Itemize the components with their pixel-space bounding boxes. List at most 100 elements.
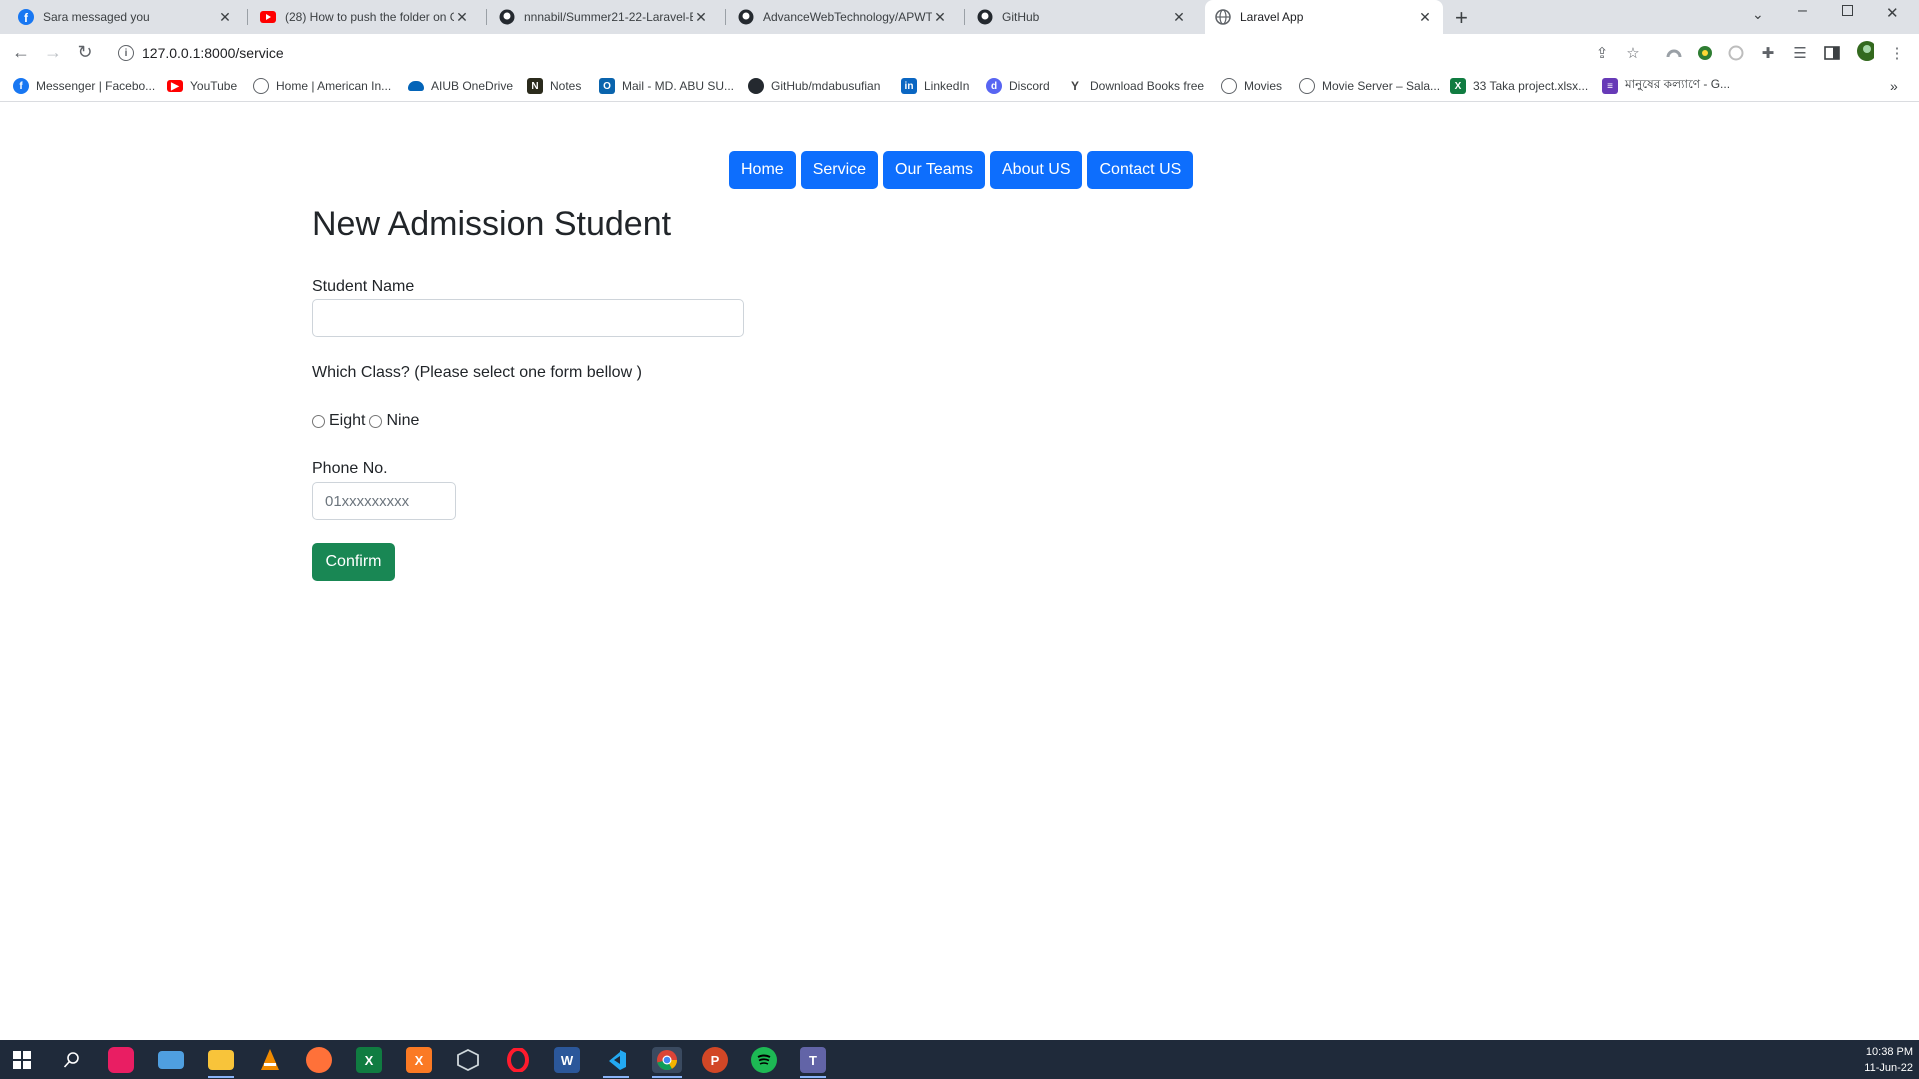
- bookmark-movie-server[interactable]: Movie Server – Sala...: [1299, 77, 1440, 95]
- bookmark-label: LinkedIn: [924, 79, 970, 93]
- bookmark-star-icon[interactable]: ☆: [1624, 44, 1642, 62]
- tab-4[interactable]: AdvanceWebTechnology/APWT ✕: [728, 0, 958, 34]
- tab-separator: [247, 9, 248, 25]
- virtualbox-icon[interactable]: [455, 1047, 481, 1073]
- back-icon[interactable]: ←: [10, 41, 32, 63]
- bookmark-american-intl[interactable]: Home | American In...: [253, 77, 391, 95]
- url-text: 127.0.0.1:8000/service: [142, 45, 284, 61]
- phone-label: Phone No.: [312, 460, 388, 477]
- globe-icon: [1221, 78, 1237, 94]
- close-icon[interactable]: ✕: [693, 9, 709, 26]
- github-icon: [748, 78, 764, 94]
- tab-strip: f Sara messaged you ✕ (28) How to push t…: [0, 0, 1919, 34]
- side-panel-icon[interactable]: [1823, 44, 1841, 62]
- radio-nine[interactable]: [369, 414, 383, 428]
- bookmark-github[interactable]: GitHub/mdabusufian: [748, 77, 880, 95]
- close-icon[interactable]: ✕: [217, 9, 233, 26]
- chrome-icon[interactable]: [652, 1047, 682, 1073]
- extension-icon-3[interactable]: [1727, 44, 1745, 62]
- extension-icon-2[interactable]: [1696, 44, 1714, 62]
- bookmark-discord[interactable]: d Discord: [986, 77, 1050, 95]
- book-icon: Y: [1070, 79, 1079, 93]
- profile-avatar[interactable]: [1856, 41, 1874, 61]
- bookmark-mail[interactable]: O Mail - MD. ABU SU...: [599, 77, 734, 95]
- phone-input[interactable]: 01xxxxxxxxx: [312, 482, 456, 520]
- app-icon-pink[interactable]: [108, 1047, 134, 1073]
- linkedin-icon: in: [901, 78, 917, 94]
- bookmark-label: Movies: [1244, 79, 1283, 93]
- extension-icon-1[interactable]: [1665, 44, 1683, 62]
- close-icon[interactable]: ✕: [1171, 9, 1187, 26]
- bookmark-label: Movie Server – Sala...: [1322, 79, 1441, 93]
- app-icon-blue[interactable]: [158, 1051, 184, 1069]
- close-icon[interactable]: ✕: [454, 9, 470, 26]
- bookmark-linkedin[interactable]: in LinkedIn: [901, 77, 969, 95]
- site-info-icon[interactable]: i: [118, 45, 134, 61]
- reading-list-icon[interactable]: ☰: [1791, 44, 1809, 62]
- nav-service-button[interactable]: Service: [800, 151, 879, 189]
- onedrive-icon: [408, 81, 424, 91]
- vscode-icon[interactable]: [603, 1047, 629, 1073]
- bookmark-label: YouTube: [190, 79, 238, 93]
- student-name-input[interactable]: [312, 299, 744, 337]
- bookmark-notes[interactable]: N Notes: [527, 77, 581, 95]
- extensions-puzzle-icon[interactable]: ✚: [1759, 44, 1777, 62]
- powerpoint-icon[interactable]: P: [702, 1047, 728, 1073]
- bookmark-messenger[interactable]: f Messenger | Facebo...: [13, 77, 155, 95]
- close-icon[interactable]: ✕: [1417, 9, 1433, 26]
- github-icon: [977, 9, 993, 25]
- nav-our-teams-button[interactable]: Our Teams: [883, 151, 985, 189]
- system-clock[interactable]: 10:38 PM 11-Jun-22: [1864, 1044, 1913, 1076]
- bookmark-google-form[interactable]: ≡ মানুষের কল্যাণে - G...: [1602, 77, 1730, 95]
- close-window-icon[interactable]: ✕: [1886, 4, 1899, 22]
- minimize-icon[interactable]: –: [1798, 2, 1807, 20]
- windows-start-icon[interactable]: [9, 1047, 35, 1073]
- new-tab-button[interactable]: +: [1455, 5, 1468, 31]
- bookmark-onedrive[interactable]: AIUB OneDrive: [408, 77, 513, 95]
- address-bar[interactable]: i 127.0.0.1:8000/service: [108, 39, 1688, 67]
- tab-2[interactable]: (28) How to push the folder on G ✕: [250, 0, 480, 34]
- clock-date: 11-Jun-22: [1864, 1062, 1913, 1074]
- bookmarks-bar: f Messenger | Facebo... ▶ YouTube Home | A…: [0, 70, 1919, 102]
- vlc-icon[interactable]: [257, 1047, 283, 1073]
- opera-icon[interactable]: [505, 1047, 531, 1073]
- student-name-label: Student Name: [312, 278, 415, 295]
- close-icon[interactable]: ✕: [932, 9, 948, 26]
- bookmark-taka-project[interactable]: X 33 Taka project.xlsx...: [1450, 77, 1588, 95]
- bookmark-label: Discord: [1009, 79, 1050, 93]
- tab-3[interactable]: nnnabil/Summer21-22-Laravel-B ✕: [489, 0, 719, 34]
- facebook-icon: f: [18, 9, 34, 25]
- excel-icon[interactable]: X: [356, 1047, 382, 1073]
- tab-1[interactable]: f Sara messaged you ✕: [8, 0, 243, 34]
- radio-eight-label: Eight: [329, 412, 366, 429]
- menu-kebab-icon[interactable]: ⋮: [1888, 44, 1906, 62]
- bookmark-movies[interactable]: Movies: [1221, 77, 1282, 95]
- outlook-icon: O: [599, 78, 615, 94]
- radio-nine-label: Nine: [386, 412, 420, 429]
- bookmark-download-books[interactable]: Y Download Books free: [1067, 77, 1204, 95]
- search-icon[interactable]: [59, 1047, 85, 1073]
- confirm-button[interactable]: Confirm: [312, 543, 395, 581]
- tab-search-icon[interactable]: ⌄: [1752, 6, 1764, 23]
- file-explorer-icon[interactable]: [208, 1050, 234, 1070]
- forward-icon[interactable]: →: [42, 41, 64, 63]
- teams-icon[interactable]: T: [800, 1047, 826, 1073]
- tab-title: nnnabil/Summer21-22-Laravel-B: [524, 10, 693, 24]
- tab-6-active[interactable]: Laravel App ✕: [1205, 0, 1443, 34]
- firefox-icon[interactable]: [306, 1047, 332, 1073]
- xampp-icon[interactable]: X: [406, 1047, 432, 1073]
- tab-5[interactable]: GitHub ✕: [967, 0, 1197, 34]
- nav-contact-us-button[interactable]: Contact US: [1087, 151, 1194, 189]
- word-icon[interactable]: W: [554, 1047, 580, 1073]
- bookmark-youtube[interactable]: ▶ YouTube: [167, 77, 237, 95]
- nav-about-us-button[interactable]: About US: [990, 151, 1083, 189]
- tab-title: Sara messaged you: [43, 10, 150, 24]
- more-bookmarks-icon[interactable]: »: [1890, 77, 1898, 95]
- restore-icon[interactable]: [1842, 5, 1853, 16]
- youtube-icon: ▶: [167, 80, 183, 92]
- spotify-icon[interactable]: [751, 1047, 777, 1073]
- reload-icon[interactable]: ↻: [74, 41, 96, 63]
- nav-home-button[interactable]: Home: [729, 151, 796, 189]
- radio-eight[interactable]: [312, 414, 325, 428]
- share-icon[interactable]: ⇪: [1593, 44, 1611, 62]
